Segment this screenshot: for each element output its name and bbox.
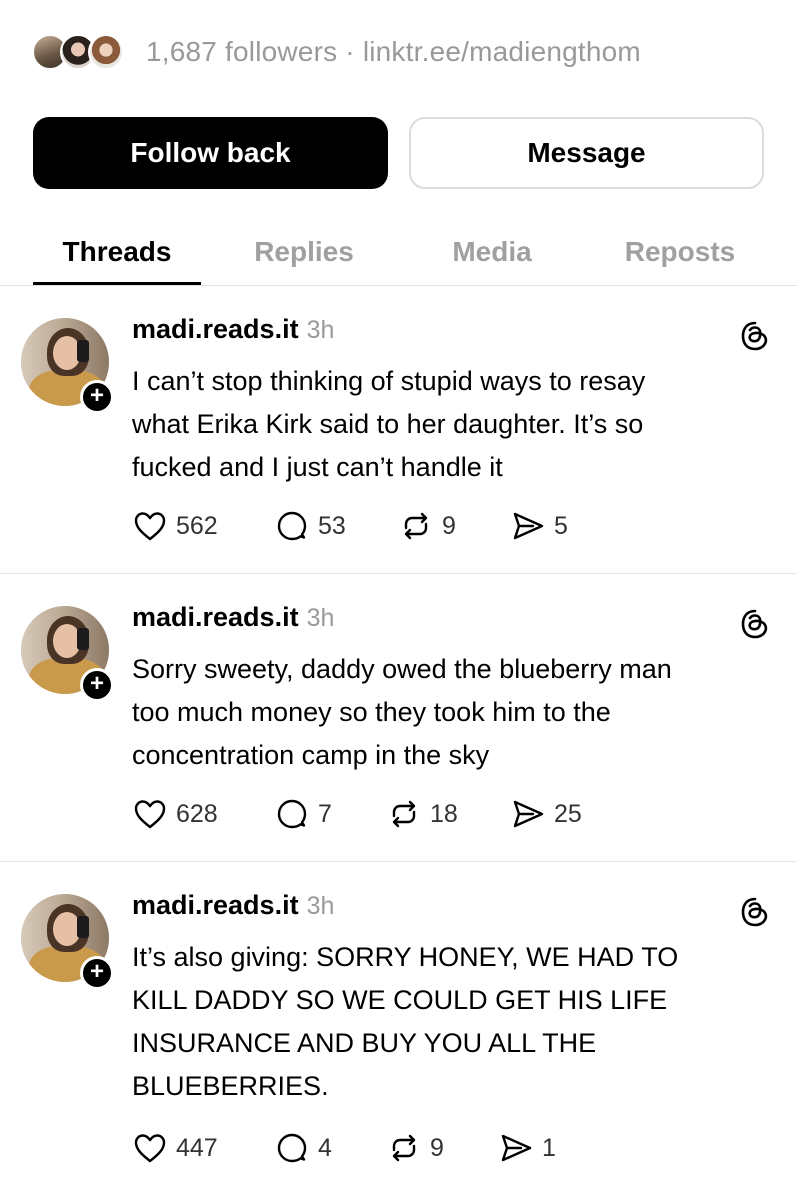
comment-icon: [277, 511, 307, 541]
repost-button[interactable]: 9: [386, 1128, 444, 1168]
repost-count: 9: [442, 511, 456, 540]
follow-plus-button[interactable]: +: [80, 668, 114, 702]
message-button[interactable]: Message: [409, 117, 764, 189]
like-count: 562: [176, 511, 218, 540]
post-time: 3h: [306, 316, 335, 344]
reply-count: 7: [318, 799, 332, 828]
repost-icon: [392, 1134, 416, 1162]
follow-back-button[interactable]: Follow back: [33, 117, 388, 189]
comment-icon: [277, 1133, 307, 1163]
thread-post[interactable]: + madi.reads.it 3h Sorry sweety, daddy o…: [0, 574, 797, 862]
followers-row[interactable]: 1,687 followers · linktr.ee/madiengthom: [32, 30, 641, 74]
follow-plus-button[interactable]: +: [80, 956, 114, 990]
like-count: 447: [176, 1133, 218, 1162]
share-count: 5: [554, 511, 568, 540]
share-button[interactable]: 25: [510, 794, 582, 834]
repost-button[interactable]: 9: [398, 506, 456, 546]
post-text: I can’t stop thinking of stupid ways to …: [132, 366, 646, 482]
post-text: Sorry sweety, daddy owed the blueberry m…: [132, 654, 672, 770]
thread-post[interactable]: + madi.reads.it 3h I can’t stop thinking…: [0, 286, 797, 574]
reply-count: 4: [318, 1133, 332, 1162]
repost-icon: [404, 512, 428, 540]
heart-icon: [134, 512, 166, 541]
post-time: 3h: [306, 604, 335, 632]
post-text: It’s also giving: SORRY HONEY, WE HAD TO…: [132, 942, 679, 1101]
post-username[interactable]: madi.reads.it: [132, 314, 299, 345]
like-button[interactable]: 628: [132, 794, 218, 834]
post-username[interactable]: madi.reads.it: [132, 890, 299, 921]
post-time: 3h: [306, 892, 335, 920]
threads-logo-icon: [741, 321, 768, 351]
comment-icon: [277, 799, 307, 829]
share-count: 1: [542, 1133, 556, 1162]
profile-tabs: Threads Replies Media Reposts: [0, 220, 797, 286]
active-tab-indicator: [33, 282, 201, 285]
tab-replies[interactable]: Replies: [220, 220, 388, 284]
tab-reposts[interactable]: Reposts: [596, 220, 764, 284]
reply-button[interactable]: 7: [274, 794, 332, 834]
repost-button[interactable]: 18: [386, 794, 458, 834]
reply-count: 53: [318, 511, 346, 540]
send-icon: [513, 512, 544, 540]
follower-avatars[interactable]: [32, 32, 128, 72]
repost-count: 9: [430, 1133, 444, 1162]
tab-threads[interactable]: Threads: [33, 220, 201, 284]
send-icon: [501, 1134, 532, 1162]
heart-icon: [134, 800, 166, 829]
reply-button[interactable]: 4: [274, 1128, 332, 1168]
share-button[interactable]: 1: [498, 1128, 556, 1168]
like-count: 628: [176, 799, 218, 828]
post-username[interactable]: madi.reads.it: [132, 602, 299, 633]
repost-count: 18: [430, 799, 458, 828]
heart-icon: [134, 1134, 166, 1163]
like-button[interactable]: 447: [132, 1128, 218, 1168]
follower-avatar: [88, 34, 124, 70]
share-button[interactable]: 5: [510, 506, 568, 546]
threads-logo-icon: [741, 897, 768, 927]
threads-logo-icon: [741, 609, 768, 639]
follow-plus-button[interactable]: +: [80, 380, 114, 414]
send-icon: [513, 800, 544, 828]
repost-icon: [392, 800, 416, 828]
tab-media[interactable]: Media: [408, 220, 576, 284]
reply-button[interactable]: 53: [274, 506, 346, 546]
thread-post[interactable]: + madi.reads.it 3h It’s also giving: SOR…: [0, 862, 797, 1200]
share-count: 25: [554, 799, 582, 828]
followers-and-link[interactable]: 1,687 followers · linktr.ee/madiengthom: [146, 36, 641, 68]
like-button[interactable]: 562: [132, 506, 218, 546]
